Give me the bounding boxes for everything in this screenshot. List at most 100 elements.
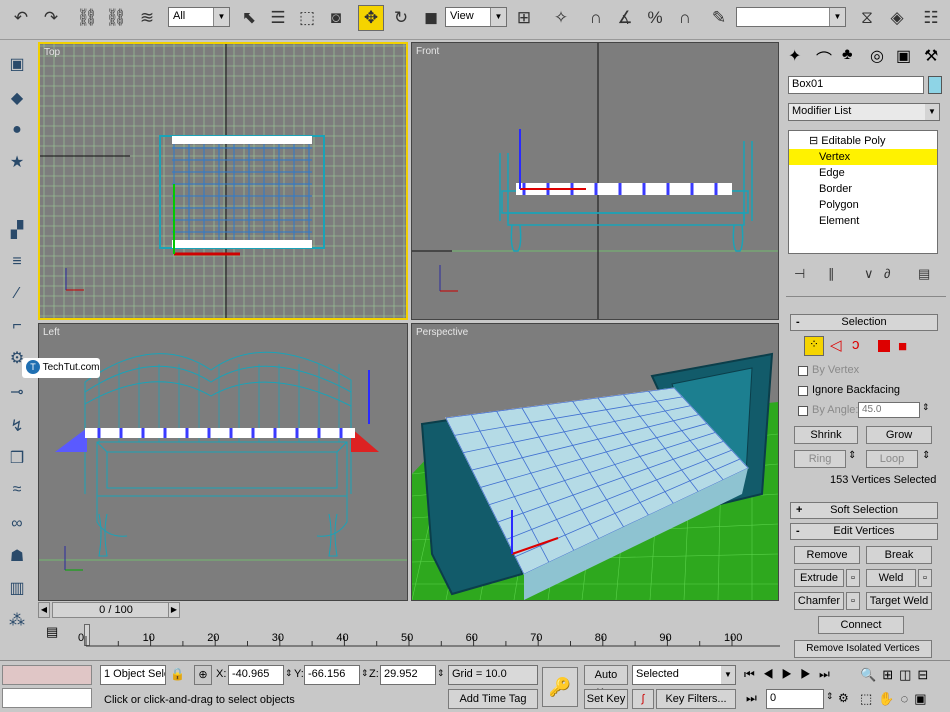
zoom-extents-all-icon[interactable]: ⊟ xyxy=(917,667,934,682)
select-and-scale-icon[interactable]: ◼ xyxy=(418,5,444,31)
region-zoom-icon[interactable]: ⬚ xyxy=(860,691,878,706)
connect-button[interactable]: Connect xyxy=(818,616,904,634)
bind-space-warp-icon[interactable]: ≋ xyxy=(134,5,160,31)
show-end-result-icon[interactable]: ∥ xyxy=(828,266,835,282)
selection-rollout-header[interactable]: - Selection xyxy=(790,314,938,331)
element-mode-icon[interactable]: ■ xyxy=(898,338,907,355)
shapes-icon[interactable]: ◆ xyxy=(5,86,29,110)
break-button[interactable]: Break xyxy=(866,546,932,564)
stack-item-element[interactable]: Element xyxy=(789,213,937,229)
edge-mode-icon[interactable]: ◁ xyxy=(830,336,842,354)
weld-button[interactable]: Weld xyxy=(866,569,916,587)
remove-isolated-vertices-button[interactable]: Remove Isolated Vertices xyxy=(794,640,932,658)
key-filters-button[interactable]: Key Filters... xyxy=(656,689,736,709)
mirror-icon[interactable]: ⧖ xyxy=(854,5,880,31)
ring-spinner-icon[interactable]: ⇕ xyxy=(848,450,856,461)
stack-item-editable-poly[interactable]: ⊟ Editable Poly xyxy=(789,133,937,149)
maxscript-listener-pink[interactable] xyxy=(2,665,92,685)
add-time-tag-button[interactable]: Add Time Tag xyxy=(448,689,538,709)
current-frame-field[interactable]: 0 xyxy=(766,689,824,709)
border-mode-icon[interactable]: ↄ xyxy=(852,336,860,353)
wave-icon[interactable]: ≈ xyxy=(5,478,29,502)
z-coordinate-field[interactable]: 29.952 xyxy=(380,665,436,685)
modify-tab-icon[interactable]: ⌒ xyxy=(816,46,832,70)
chevron-right-icon[interactable]: ▶ xyxy=(168,602,180,618)
loop-spinner-icon[interactable]: ⇕ xyxy=(922,450,930,461)
shrink-button[interactable]: Shrink xyxy=(794,426,858,444)
stack-item-polygon[interactable]: Polygon xyxy=(789,197,937,213)
motion-tab-icon[interactable]: ◎ xyxy=(870,46,884,66)
frame-spinner-icon[interactable]: ⇕ xyxy=(826,691,834,702)
object-color-swatch[interactable] xyxy=(928,76,942,94)
x-coordinate-field[interactable]: -40.965 xyxy=(228,665,284,685)
angle-snap-icon[interactable]: ∡ xyxy=(612,5,638,31)
bone-icon[interactable]: ⊸ xyxy=(5,380,29,404)
biped-icon[interactable]: ☗ xyxy=(5,544,29,568)
time-slider-thumb[interactable]: 0 / 100 xyxy=(52,602,180,618)
chamfer-settings-icon[interactable]: ▫ xyxy=(846,592,860,610)
select-and-link-icon[interactable]: ⛓ xyxy=(74,5,100,31)
rectangular-selection-icon[interactable]: ⬚ xyxy=(294,5,320,31)
zoom-all-icon[interactable]: ⊞ xyxy=(882,667,899,682)
sphere-icon[interactable]: ● xyxy=(5,118,29,142)
pan-hand-icon[interactable]: ✋ xyxy=(878,691,900,706)
y-coordinate-field[interactable]: -66.156 xyxy=(304,665,360,685)
go-to-end-icon[interactable]: ⏭ xyxy=(819,667,838,681)
angle-spinner-icon[interactable]: ⇕ xyxy=(922,402,930,413)
go-to-start-icon[interactable]: ⏮ xyxy=(744,667,763,681)
viewport-top[interactable]: Top xyxy=(38,42,408,320)
align-icon[interactable]: ◈ xyxy=(884,5,910,31)
pivot-center-icon[interactable]: ⊞ xyxy=(511,5,537,31)
remove-button[interactable]: Remove xyxy=(794,546,860,564)
previous-frame-icon[interactable]: ◀ xyxy=(763,667,782,681)
angle-value-field[interactable]: 45.0 xyxy=(858,402,920,418)
select-and-rotate-icon[interactable]: ↻ xyxy=(388,5,414,31)
viewport-front[interactable]: Front xyxy=(411,42,779,320)
twist-icon[interactable]: ↯ xyxy=(5,414,29,438)
ring-button[interactable]: Ring xyxy=(794,450,846,468)
track-bar[interactable]: ▤ 0 10 20 30 40 50 60 70 80 90 100 xyxy=(38,620,780,660)
viewport-perspective[interactable]: Perspective xyxy=(411,323,779,601)
hierarchy-tab-icon[interactable]: ♣ xyxy=(842,46,853,64)
spinner-snap-icon[interactable]: ∩ xyxy=(672,5,698,31)
checker-icon[interactable]: ▞ xyxy=(5,218,29,242)
tube-icon[interactable]: ∕ xyxy=(5,282,29,306)
selection-filter-dropdown[interactable]: All ▼ xyxy=(168,7,230,27)
select-and-move-icon[interactable]: ✥ xyxy=(358,5,384,31)
cylinder-icon[interactable]: ≡ xyxy=(5,250,29,274)
object-name-field[interactable]: Box01 xyxy=(788,76,924,94)
y-spinner-icon[interactable]: ⇕ xyxy=(361,668,369,679)
ignore-backfacing-checkbox[interactable] xyxy=(798,386,808,396)
chevron-left-icon[interactable]: ◀ xyxy=(38,602,50,618)
extrude-button[interactable]: Extrude xyxy=(794,569,844,587)
polygon-mode-icon[interactable] xyxy=(878,340,890,352)
undo-icon[interactable]: ↶ xyxy=(8,5,34,31)
default-tangent-icon[interactable]: ∫ xyxy=(632,689,654,709)
target-weld-button[interactable]: Target Weld xyxy=(866,592,932,610)
edit-vertices-rollout-header[interactable]: - Edit Vertices xyxy=(790,523,938,540)
zoom-icon[interactable]: 🔍 xyxy=(860,667,882,682)
redo-icon[interactable]: ↷ xyxy=(38,5,64,31)
next-frame-icon[interactable]: ▶ xyxy=(800,667,819,681)
set-key-button[interactable]: Set Key xyxy=(584,689,628,709)
x-spinner-icon[interactable]: ⇕ xyxy=(285,668,293,679)
weld-settings-icon[interactable]: ▫ xyxy=(918,569,932,587)
create-tab-icon[interactable]: ✦ xyxy=(788,46,801,66)
knot-icon[interactable]: ∞ xyxy=(5,512,29,536)
particles-icon[interactable]: ⁂ xyxy=(5,608,29,632)
stack-item-vertex[interactable]: Vertex xyxy=(789,149,937,165)
key-mode-toggle-icon[interactable]: ⏭ xyxy=(746,691,757,706)
objects-icon[interactable]: ▣ xyxy=(5,52,29,76)
maxscript-listener-white[interactable] xyxy=(2,688,92,708)
display-tab-icon[interactable]: ▣ xyxy=(896,46,911,66)
select-by-name-icon[interactable]: ☰ xyxy=(265,5,291,31)
box-icon[interactable]: ❒ xyxy=(5,446,29,470)
utilities-tab-icon[interactable]: ⚒ xyxy=(924,46,938,66)
transform-mode-icon[interactable]: ⊕ xyxy=(194,665,212,685)
stack-item-border[interactable]: Border xyxy=(789,181,937,197)
remove-modifier-icon[interactable]: ∂ xyxy=(884,266,890,281)
reference-coordinate-dropdown[interactable]: View ▼ xyxy=(445,7,507,27)
orbit-icon[interactable]: ◌ xyxy=(900,691,914,706)
lock-icon[interactable]: 🔒 xyxy=(170,667,185,681)
cloth-icon[interactable]: ▥ xyxy=(5,576,29,600)
